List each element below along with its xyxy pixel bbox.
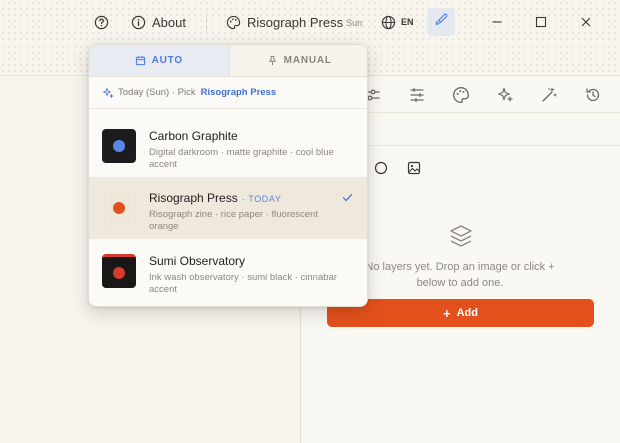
help-button[interactable] [94,0,109,44]
theme-option-sumi-observatory[interactable]: Sumi Observatory Ink wash observatory · … [89,240,367,302]
theme-description: Risograph zine · rice paper · fluorescen… [149,209,318,232]
maximize-icon [535,16,547,28]
tab-manual-label: MANUAL [283,55,332,66]
theme-mode-tabs: AUTO MANUAL [89,45,367,77]
theme-button[interactable]: Risograph Press Sun [226,0,362,44]
theme-swatch-dot [113,202,125,214]
theme-title: Risograph Press [149,191,238,205]
sparkle-icon [103,87,114,98]
title-bar: About Risograph Press Sun EN [0,0,620,44]
theme-title: Sumi Observatory [149,254,246,268]
check-icon [341,191,354,209]
theme-swatch [102,129,136,163]
language-button[interactable]: EN [381,0,414,44]
palette-icon [226,15,241,30]
close-icon [581,17,591,27]
palette-tool-icon[interactable] [452,86,470,104]
sliders-icon[interactable] [408,86,426,104]
theme-description: Ink wash observatory · sumi black · cinn… [149,272,337,295]
circle-shape-icon[interactable] [374,161,388,175]
about-button[interactable]: About [131,0,186,44]
plus-icon: + [443,305,451,321]
theme-swatch [102,254,136,288]
add-label: Add [456,307,478,319]
help-icon [94,15,109,30]
close-button[interactable] [566,0,606,44]
theme-option-risograph-press[interactable]: Risograph Press · TODAY Risograph zine · … [89,177,367,239]
theme-name: Risograph Press [247,14,344,30]
theme-option-carbon-graphite[interactable]: Carbon Graphite Digital darkroom · matte… [89,115,367,177]
theme-day: Sun [346,17,363,28]
theme-description: Digital darkroom · matte graphite · cool… [149,147,334,170]
maximize-button[interactable] [521,0,561,44]
theme-name: Sumi Observatory [149,254,245,268]
about-label: About [152,14,186,30]
empty-layers-text: No layers yet. Drop an image or click + … [365,261,555,289]
tab-auto[interactable]: AUTO [89,45,229,76]
theme-name: Carbon Graphite [149,129,238,143]
style-tool-button[interactable] [427,8,455,36]
image-shape-icon[interactable] [407,161,421,175]
minimize-icon [492,21,502,23]
toolbar-divider [206,12,207,32]
theme-swatch [102,191,136,225]
brush-icon [434,12,449,32]
magic-wand-icon[interactable] [540,86,558,104]
theme-swatch-dot [113,266,125,279]
add-layer-button[interactable]: + Add [327,299,594,327]
sparkles-icon[interactable] [496,86,514,104]
pick-prefix: Today (Sun) · Pick [118,87,196,98]
pick-theme: Risograph Press [200,87,277,98]
theme-name: Risograph Press · TODAY [149,191,281,205]
globe-icon [381,15,396,30]
layers-icon [448,223,474,254]
pin-icon [268,55,276,66]
minimize-button[interactable] [477,0,517,44]
today-badge: · TODAY [241,194,282,204]
history-icon[interactable] [584,86,602,104]
theme-title: Carbon Graphite [149,129,238,143]
auto-pick-row: Today (Sun) · Pick Risograph Press [89,77,367,109]
tab-manual[interactable]: MANUAL [228,45,367,76]
info-icon [131,15,146,30]
calendar-icon [135,56,145,66]
theme-popover: AUTO MANUAL Today (Sun) · Pick Risograph… [88,44,368,307]
language-code: EN [401,17,414,27]
theme-swatch-dot [113,140,125,152]
tab-auto-label: AUTO [151,55,183,66]
